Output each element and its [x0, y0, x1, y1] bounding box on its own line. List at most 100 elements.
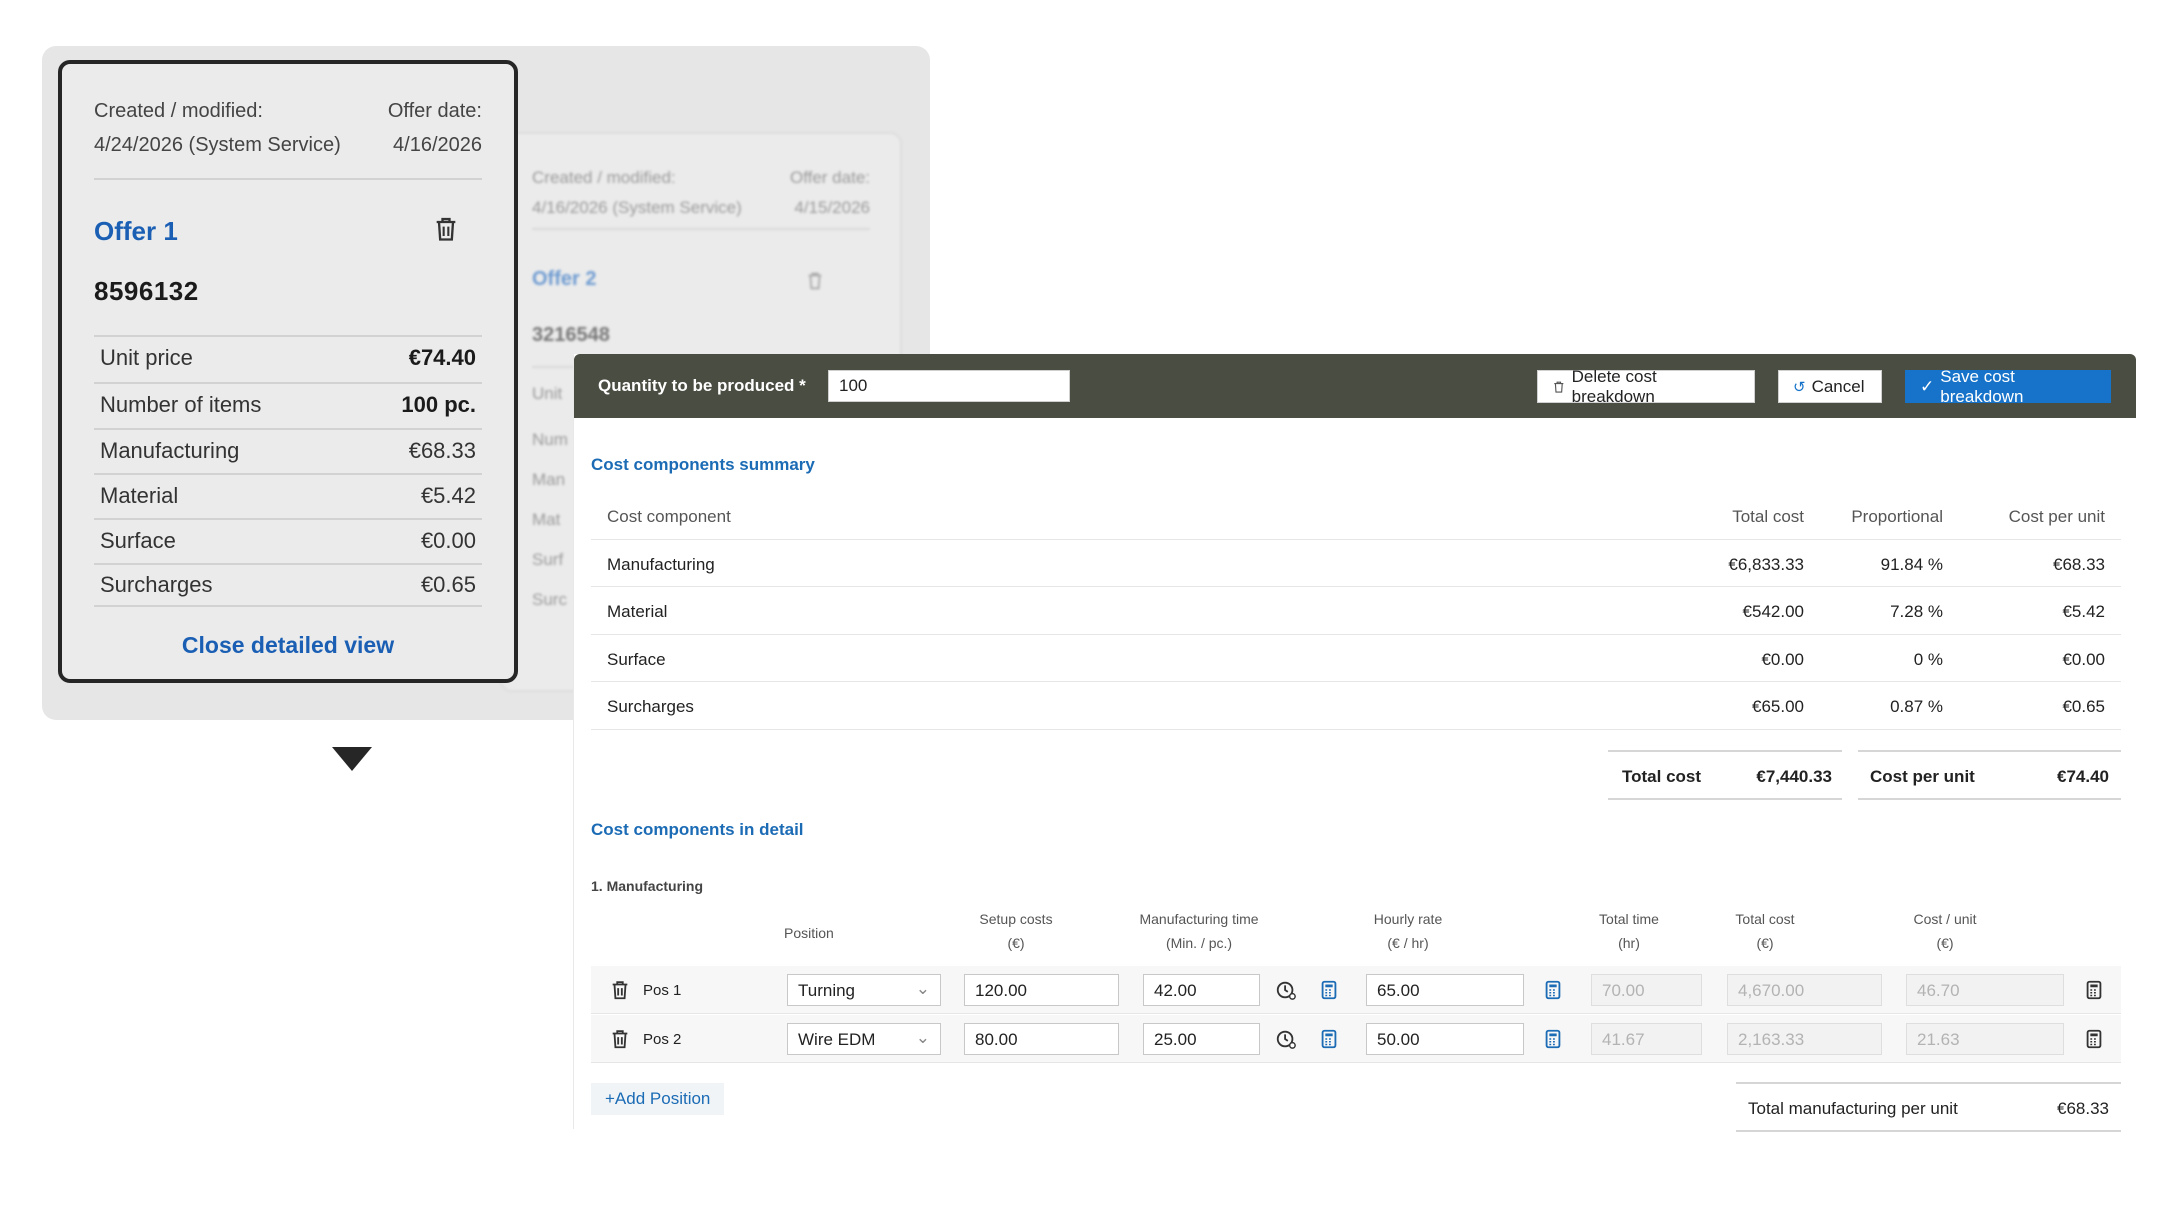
cancel-label: Cancel	[1811, 376, 1865, 396]
header-unit: (€)	[1007, 935, 1025, 951]
calculator-icon[interactable]	[1542, 979, 1564, 1001]
header-unit: (€ / hr)	[1387, 935, 1429, 951]
header-total-cost: Total cost (€)	[1710, 907, 1820, 955]
summary-section-title: Cost components summary	[591, 455, 815, 474]
add-position-button[interactable]: +Add Position	[591, 1083, 725, 1115]
total-mfg-value: €68.33	[2057, 1099, 2109, 1118]
close-detailed-view-link[interactable]: Close detailed view	[62, 632, 514, 659]
total-manufacturing-per-unit-box: Total manufacturing per unit €68.33	[1736, 1082, 2121, 1132]
row-label: Number of items	[100, 392, 262, 417]
quantity-label: Quantity to be produced *	[598, 376, 806, 395]
position-name: Pos 2	[643, 1031, 682, 1048]
row-value: €0.65	[420, 572, 476, 597]
header-cost-component: Cost component	[607, 507, 731, 526]
delete-offer-trash-icon[interactable]	[432, 214, 460, 244]
cost-per-unit-value: €74.40	[2057, 767, 2109, 786]
header-setup-costs: Setup costs (€)	[944, 907, 1088, 955]
hourly-rate-input[interactable]: 65.00	[1366, 974, 1524, 1006]
header-text: Cost / unit	[1913, 911, 1977, 927]
detail-section-title: Cost components in detail	[591, 820, 804, 839]
delete-position-trash-icon[interactable]	[609, 1028, 631, 1050]
total-time-value: 70.00	[1591, 974, 1702, 1006]
calculator-icon[interactable]	[1542, 1028, 1564, 1050]
hourly-rate-input[interactable]: 50.00	[1366, 1023, 1524, 1055]
setup-costs-input[interactable]: 120.00	[964, 974, 1119, 1006]
offer-date-label: Offer date:	[387, 100, 482, 122]
cell-total: €65.00	[1752, 697, 1804, 717]
cell-per-unit: €5.42	[2062, 602, 2105, 622]
cell-total: €6,833.33	[1728, 554, 1804, 574]
calculator-icon[interactable]	[1318, 979, 1340, 1001]
cost-per-unit-box: Cost per unit €74.40	[1858, 750, 2121, 800]
header-total-time: Total time (hr)	[1574, 907, 1684, 955]
calculator-icon[interactable]	[1318, 1028, 1340, 1050]
cell-component: Surface	[607, 649, 666, 669]
clock-settings-icon[interactable]	[1275, 1028, 1297, 1050]
offer2-trash-icon[interactable]	[804, 270, 826, 292]
offer-number: 8596132	[94, 276, 199, 306]
save-label: Save cost breakdown	[1940, 366, 2024, 406]
row-label: Surface	[100, 528, 176, 553]
manufacturing-time-input[interactable]: 25.00	[1143, 1023, 1260, 1055]
manufacturing-time-input[interactable]: 42.00	[1143, 974, 1260, 1006]
cancel-button[interactable]: ↺ Cancel	[1778, 370, 1882, 403]
header-text: Total time	[1599, 911, 1659, 927]
header-proportional: Proportional	[1851, 507, 1943, 526]
total-mfg-label: Total manufacturing per unit	[1748, 1099, 1958, 1118]
header-text: Total cost	[1735, 911, 1795, 927]
material-row: Material €5.42	[94, 473, 482, 517]
table-header-row: Cost component Total cost Proportional C…	[591, 492, 2121, 540]
header-position: Position	[784, 925, 834, 941]
header-unit: (hr)	[1618, 935, 1640, 951]
cost-per-unit-label: Cost per unit	[1870, 767, 1975, 786]
delete-position-trash-icon[interactable]	[609, 979, 631, 1001]
offer2-created-label: Created / modified:	[532, 168, 676, 187]
created-modified-label: Created / modified:	[94, 100, 263, 122]
total-time-value: 41.67	[1591, 1023, 1702, 1055]
calculator-icon[interactable]	[2083, 1028, 2105, 1050]
header-text: Setup costs	[979, 911, 1053, 927]
process-select[interactable]: Wire EDM ⌄	[787, 1023, 941, 1055]
manufacturing-row: Manufacturing €68.33	[94, 428, 482, 472]
offer2-number: 3216548	[532, 324, 610, 346]
offer-card-1[interactable]: Created / modified: Offer date: 4/24/202…	[58, 60, 518, 771]
total-cost-label: Total cost	[1622, 767, 1702, 786]
header-total-cost: Total cost	[1732, 507, 1804, 526]
header-unit: (€)	[1756, 935, 1774, 951]
header-text: Hourly rate	[1373, 911, 1443, 927]
position-row: Pos 1 Turning ⌄ 120.00 42.00 65.00 70.00…	[591, 966, 2121, 1014]
cell-proportional: 91.84 %	[1880, 554, 1943, 574]
offer-title: Offer 1	[94, 216, 178, 246]
row-value: €68.33	[408, 438, 476, 463]
table-row: Surface €0.00 0 % €0.00	[591, 635, 2121, 683]
clock-settings-icon[interactable]	[1275, 979, 1297, 1001]
row-value: €74.40	[408, 345, 476, 370]
row-value: €0.00	[420, 528, 476, 553]
cell-proportional: 7.28 %	[1890, 602, 1943, 622]
cell-component: Material	[607, 602, 668, 622]
header-cost-per-unit: Cost per unit	[2008, 507, 2105, 526]
chevron-down-icon: ⌄	[915, 1028, 930, 1047]
number-of-items-row: Number of items 100 pc.	[94, 382, 482, 426]
popover-pointer	[332, 747, 372, 771]
row-label: Surcharges	[100, 572, 213, 597]
calculator-icon[interactable]	[2083, 979, 2105, 1001]
cell-component: Surcharges	[607, 697, 694, 717]
cell-proportional: 0 %	[1913, 649, 1943, 669]
delete-cost-breakdown-button[interactable]: Delete cost breakdown	[1537, 367, 1755, 406]
header-unit: (Min. / pc.)	[1165, 935, 1233, 951]
setup-costs-input[interactable]: 80.00	[964, 1023, 1119, 1055]
toolbar: Quantity to be produced * Delete cost br…	[574, 354, 2136, 418]
divider	[94, 178, 482, 180]
cell-per-unit: €0.00	[2062, 649, 2105, 669]
quantity-input[interactable]	[828, 370, 1070, 402]
process-select[interactable]: Turning ⌄	[787, 974, 941, 1006]
save-cost-breakdown-button[interactable]: ✓ Save cost breakdown	[1905, 367, 2111, 406]
header-text: Manufacturing time	[1139, 911, 1259, 927]
total-cost-box: Total cost €7,440.33	[1608, 750, 1842, 800]
table-row: Surcharges €65.00 0.87 % €0.65	[591, 682, 2121, 730]
surcharges-row: Surcharges €0.65	[94, 563, 482, 607]
table-row: Material €542.00 7.28 % €5.42	[591, 587, 2121, 635]
trash-icon	[1554, 381, 1564, 393]
delete-label: Delete cost breakdown	[1571, 366, 1657, 406]
